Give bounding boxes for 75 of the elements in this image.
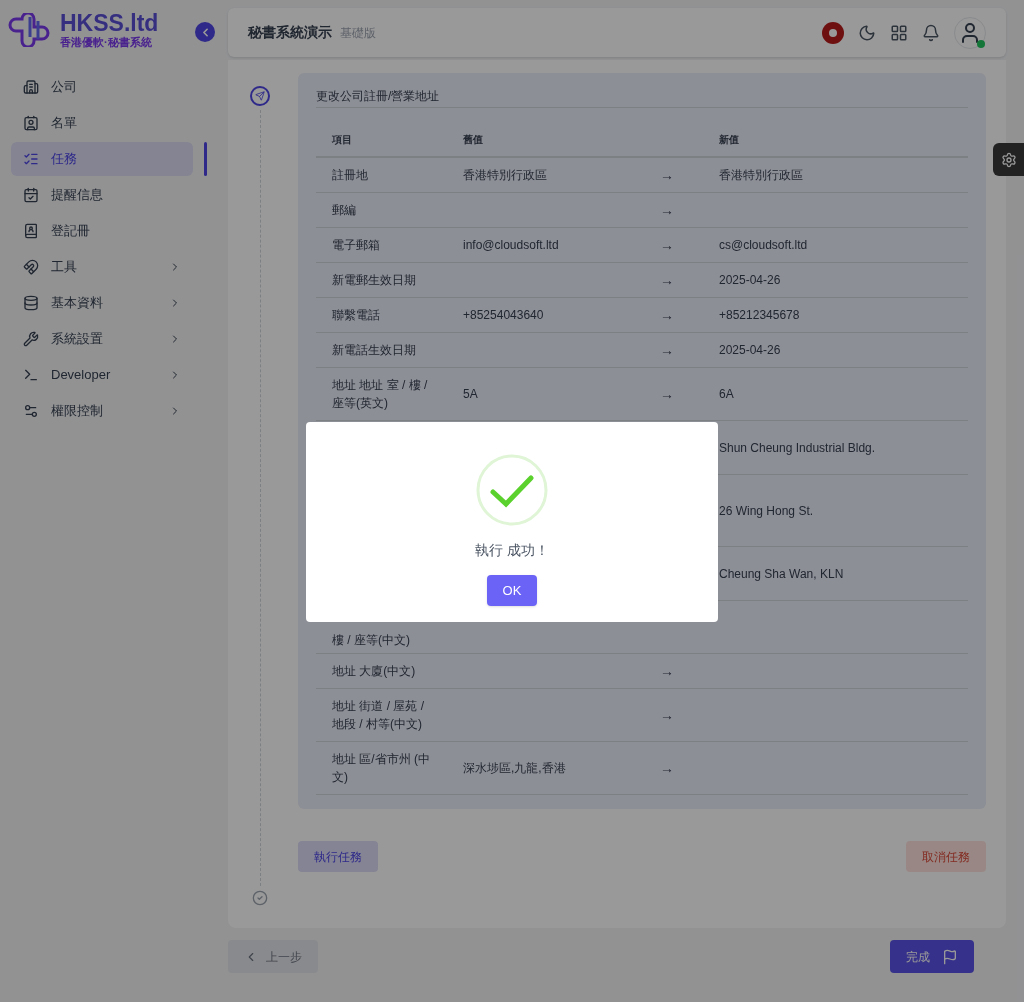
table-cell: 6A xyxy=(719,387,734,401)
arrow-icon: → xyxy=(660,341,674,358)
table-cell: Cheung Sha Wan, KLN xyxy=(719,566,844,581)
magnet-icon xyxy=(23,259,39,275)
arrow-icon: → xyxy=(660,271,674,288)
collapse-sidebar-button[interactable] xyxy=(195,22,215,42)
table-cell: 5A xyxy=(463,387,478,401)
column-header: 項目 xyxy=(332,134,352,145)
brand-name: HKSS.ltd xyxy=(60,12,159,35)
dialog-message: 執行 成功！ xyxy=(475,541,549,560)
table-cell: 地址 地址 室 / 樓 / 座等(英文) xyxy=(332,378,428,410)
table-cell: 新電話生效日期 xyxy=(332,343,416,357)
column-header: 舊值 xyxy=(463,134,483,145)
database-icon xyxy=(23,295,39,311)
app-title: 秘書系統演示 xyxy=(248,23,332,42)
send-icon xyxy=(250,86,270,106)
table-cell: 樓 / 座等(中文) xyxy=(332,633,410,647)
sidebar-item[interactable]: 任務 xyxy=(11,142,193,176)
notification-icon[interactable] xyxy=(922,23,940,42)
apps-icon[interactable] xyxy=(890,23,908,42)
arrow-icon: → xyxy=(660,385,674,402)
finish-button[interactable]: 完成 xyxy=(890,940,974,973)
table-cell: Shun Cheung Industrial Bldg. xyxy=(719,440,876,455)
contact-card-icon xyxy=(23,115,39,131)
table-cell: 電子郵箱 xyxy=(332,238,380,252)
arrow-icon: → xyxy=(660,201,674,218)
column-header: 新值 xyxy=(719,134,739,145)
arrow-icon: → xyxy=(660,306,674,323)
table-cell: 地址 大廈(中文) xyxy=(332,664,416,678)
table-cell: 深水埗區,九龍,香港 xyxy=(463,761,566,775)
table-cell: cs@cloudsoft.ltd xyxy=(719,238,808,252)
brand-tagline: 香港優軟·秘書系統 xyxy=(60,37,153,48)
table-cell: 香港特別行政區 xyxy=(463,168,547,182)
book-icon xyxy=(23,223,39,239)
sidebar-item[interactable]: 權限控制 xyxy=(11,394,193,428)
sidebar-item[interactable]: 名單 xyxy=(11,106,193,140)
building-icon xyxy=(23,79,39,95)
ok-button[interactable]: OK xyxy=(487,575,537,606)
dark-mode-icon[interactable] xyxy=(858,23,876,42)
table-cell: +85254043640 xyxy=(463,308,544,322)
table-cell: 郵編 xyxy=(332,203,356,217)
arrow-icon: → xyxy=(660,706,674,723)
table-cell: 2025-04-26 xyxy=(719,343,781,357)
execute-task-button[interactable]: 執行任務 xyxy=(298,841,378,872)
table-cell: 香港特別行政區 xyxy=(719,168,803,182)
arrow-icon: → xyxy=(660,662,674,679)
settings-icon xyxy=(1000,151,1017,168)
table-cell: 註冊地 xyxy=(332,168,368,182)
success-check-icon xyxy=(476,454,548,526)
calendar-icon xyxy=(23,187,39,203)
table-cell: 聯繫電話 xyxy=(332,308,380,322)
sidebar-item[interactable]: 基本資料 xyxy=(11,286,193,320)
sidebar-item[interactable]: 公司 xyxy=(11,70,193,104)
table-cell: info@cloudsoft.ltd xyxy=(463,238,559,252)
cancel-task-button[interactable]: 取消任務 xyxy=(906,841,986,872)
table-cell: 新電郵生效日期 xyxy=(332,273,416,287)
wrench-icon xyxy=(23,331,39,347)
arrow-icon: → xyxy=(660,759,674,776)
terminal-icon xyxy=(23,367,39,383)
table-cell: 地址 街道 / 屋苑 / 地段 / 村等(中文) xyxy=(332,699,424,731)
sidebar-item[interactable]: 系統設置 xyxy=(11,322,193,356)
table-cell: 地址 區/省市州 (中文) xyxy=(332,752,430,784)
sidebar-item[interactable]: 提醒信息 xyxy=(11,178,193,212)
done-step-icon xyxy=(252,890,268,906)
table-cell: 26 Wing Hong St. xyxy=(719,503,814,518)
arrow-icon: → xyxy=(660,236,674,253)
settings-tab[interactable] xyxy=(993,143,1024,176)
table-cell: 2025-04-26 xyxy=(719,273,781,287)
sidebar-item[interactable]: 登記冊 xyxy=(11,214,193,248)
checklist-icon xyxy=(23,151,39,167)
sidebar-item[interactable]: Developer xyxy=(11,358,193,392)
task-title: 更改公司註冊/營業地址 xyxy=(316,87,968,108)
sidebar-item[interactable]: 工具 xyxy=(11,250,193,284)
table-cell: +85212345678 xyxy=(719,308,800,322)
arrow-icon: → xyxy=(660,166,674,183)
